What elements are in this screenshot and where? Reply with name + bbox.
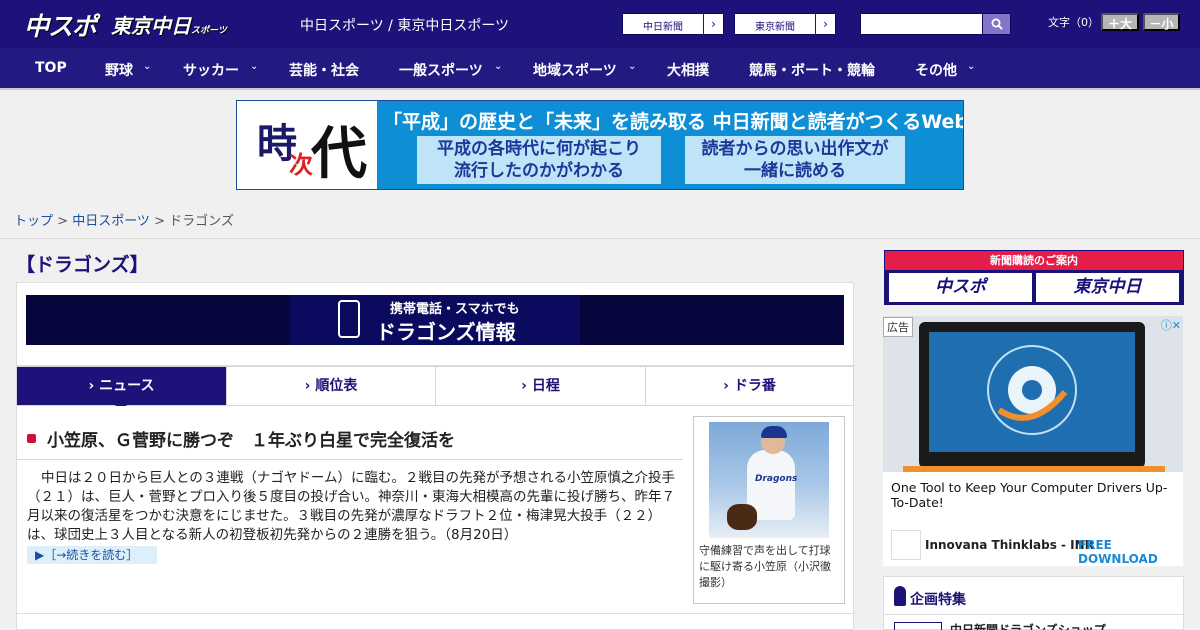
tab-doraban[interactable]: › ドラ番 [646, 367, 853, 405]
tab-schedule[interactable]: › 日程 [436, 367, 646, 405]
breadcrumb-sep: > [149, 214, 170, 229]
nav-other[interactable]: その他 [915, 60, 957, 80]
special-features: 企画特集 中日新聞ドラゴンズショップ [883, 576, 1184, 630]
subscription-title: 新聞購読のご案内 [885, 251, 1183, 270]
search-icon [991, 18, 1003, 30]
ad-company-logo [891, 530, 921, 560]
ad-label: 広告 [883, 317, 913, 337]
phone-icon [338, 300, 360, 338]
bullet-icon [27, 434, 36, 443]
mobile-dragons-banner[interactable]: 携帯電話・スマホでも ドラゴンズ情報 [26, 295, 844, 345]
chevron-down-icon: ⌄ [967, 61, 976, 72]
chevron-down-icon: ⌄ [628, 61, 637, 72]
laptop-illustration [919, 322, 1145, 468]
tokyo-label: 東京新聞 [755, 22, 795, 33]
tab-news[interactable]: › ニュース [17, 367, 227, 405]
heisei-banner[interactable]: 時 次 代 「平成」の歴史と「未来」を読み取る 中日新聞と読者がつくるWebサイ… [236, 100, 964, 190]
chevron-down-icon: ⌄ [250, 61, 259, 72]
subscribe-tokyo-button[interactable]: 東京中日 [1036, 273, 1179, 302]
chevron-right-icon: › [703, 14, 723, 34]
nav-soccer[interactable]: サッカー [183, 60, 239, 80]
breadcrumb-top[interactable]: トップ [14, 214, 53, 229]
search-button[interactable] [982, 13, 1011, 35]
banner-headline: 「平成」の歴史と「未来」を読み取る 中日新聞と読者がつくるWebサイト [383, 111, 964, 133]
nav-local-sports[interactable]: 地域スポーツ [533, 60, 617, 80]
divider [0, 238, 1200, 239]
search-input[interactable] [860, 13, 983, 35]
ribbon-icon [894, 586, 906, 606]
ad-text[interactable]: One Tool to Keep Your Computer Drivers U… [891, 480, 1176, 510]
banner-right-box: 読者からの思い出作文が 一緒に読める [685, 136, 905, 184]
shop-thumbnail[interactable] [894, 622, 942, 630]
breadcrumb-chunichi[interactable]: 中日スポーツ [72, 214, 150, 229]
article-card: 小笠原、Ｇ菅野に勝つぞ １年ぶり白星で完全復活を 中日は２０日から巨人との３連戦… [16, 406, 855, 630]
article-body: 中日は２０日から巨人との３連戦（ナゴヤドーム）に臨む。２戦目の先発が予想される小… [27, 470, 675, 543]
nav-general-sports[interactable]: 一般スポーツ [399, 60, 483, 80]
read-more-link[interactable]: ▶［→続きを読む］ [27, 546, 157, 564]
ad-company[interactable]: Innovana Thinklabs - INR [925, 538, 1094, 552]
site-header: 中スポ 東京中日スポーツ 中日スポーツ / 東京中日スポーツ 中日新聞 › 東京新… [0, 0, 1200, 48]
site-links[interactable]: 中日スポーツ / 東京中日スポーツ [300, 15, 509, 35]
banner-right-line1: 読者からの思い出作文が [701, 139, 889, 159]
font-size-up-button[interactable]: ＋大 [1101, 13, 1139, 31]
laptop-screen [929, 332, 1135, 452]
ad-close-icon[interactable]: ⓘ✕ [1161, 317, 1181, 333]
chevron-down-icon: ⌄ [143, 61, 152, 72]
breadcrumb: トップ > 中日スポーツ > ドラゴンズ [14, 210, 234, 229]
divider [17, 459, 683, 460]
ad-download-button[interactable]: FREE DOWNLOAD [1078, 538, 1183, 566]
banner-dai: 代 [311, 122, 367, 187]
mobile-banner-inner: 携帯電話・スマホでも ドラゴンズ情報 [290, 295, 580, 345]
advertisement[interactable]: 広告 ⓘ✕ One Tool to Keep Your Computer Dri… [883, 316, 1183, 566]
tab-bar: › ニュース › 順位表 › 日程 › ドラ番 [16, 366, 854, 406]
nav-sumo[interactable]: 大相撲 [667, 60, 709, 80]
font-size-down-button[interactable]: －小 [1143, 13, 1180, 31]
tokyo-logo-text: 東京中日 [111, 14, 191, 38]
article-headline[interactable]: 小笠原、Ｇ菅野に勝つぞ １年ぶり白星で完全復活を [47, 426, 455, 451]
tokyo-shimbun-button[interactable]: 東京新聞 › [734, 13, 836, 35]
chevron-right-icon: › [815, 14, 835, 34]
mobile-banner-line1: 携帯電話・スマホでも [390, 302, 520, 317]
banner-right-line2: 一緒に読める [744, 161, 846, 181]
laptop-base [903, 466, 1165, 472]
subscription-box: 新聞購読のご案内 中スポ 東京中日 [884, 250, 1184, 305]
font-size-label: 文字（0） [1048, 16, 1099, 29]
gear-icon [987, 345, 1077, 435]
chevron-down-icon: ⌄ [494, 61, 503, 72]
article-photo[interactable]: Dragons [709, 422, 829, 538]
banner-tsugi: 次 [289, 151, 313, 179]
tokyo-logo-sub: スポーツ [191, 26, 227, 36]
nav-racing[interactable]: 競馬・ボート・競輪 [749, 60, 875, 80]
article-photo-box: Dragons 守備練習で声を出して打球に駆け寄る小笠原（小沢徹撮影） [693, 416, 845, 604]
nav-baseball[interactable]: 野球 [105, 60, 133, 80]
banner-left-box: 平成の各時代に何が起こり 流行したのかがわかる [417, 136, 661, 184]
ad-image: 広告 ⓘ✕ [883, 316, 1183, 472]
player-cap [761, 426, 787, 438]
page-title: 【ドラゴンズ】 [16, 254, 149, 276]
main-nav: TOP 野球 ⌄ サッカー ⌄ 芸能・社会 一般スポーツ ⌄ 地域スポーツ ⌄ … [0, 48, 1200, 90]
player-glove [727, 504, 757, 530]
nav-top[interactable]: TOP [35, 60, 67, 76]
banner-left-line1: 平成の各時代に何が起こり [437, 139, 641, 159]
special-features-title: 企画特集 [910, 592, 966, 608]
uniform-text: Dragons [755, 474, 798, 484]
dragons-shop-link[interactable]: 中日新聞ドラゴンズショップ [950, 621, 1106, 630]
tokyo-chunichi-logo[interactable]: 東京中日スポーツ [111, 10, 227, 39]
chunichi-label: 中日新聞 [643, 22, 683, 33]
mobile-banner-line2: ドラゴンズ情報 [376, 320, 516, 344]
tab-standings[interactable]: › 順位表 [227, 367, 436, 405]
subscribe-chuspo-button[interactable]: 中スポ [889, 273, 1032, 302]
banner-left-line2: 流行したのかがわかる [454, 161, 624, 181]
photo-caption: 守備練習で声を出して打球に駆け寄る小笠原（小沢徹撮影） [699, 544, 831, 589]
nav-entertainment[interactable]: 芸能・社会 [289, 60, 359, 80]
breadcrumb-current: ドラゴンズ [169, 214, 234, 229]
breadcrumb-sep: > [53, 214, 73, 229]
chunichi-shimbun-button[interactable]: 中日新聞 › [622, 13, 724, 35]
chuspo-logo[interactable]: 中スポ [24, 7, 97, 43]
divider [884, 614, 1183, 615]
divider [17, 613, 855, 614]
banner-logo: 時 次 代 [237, 101, 377, 189]
